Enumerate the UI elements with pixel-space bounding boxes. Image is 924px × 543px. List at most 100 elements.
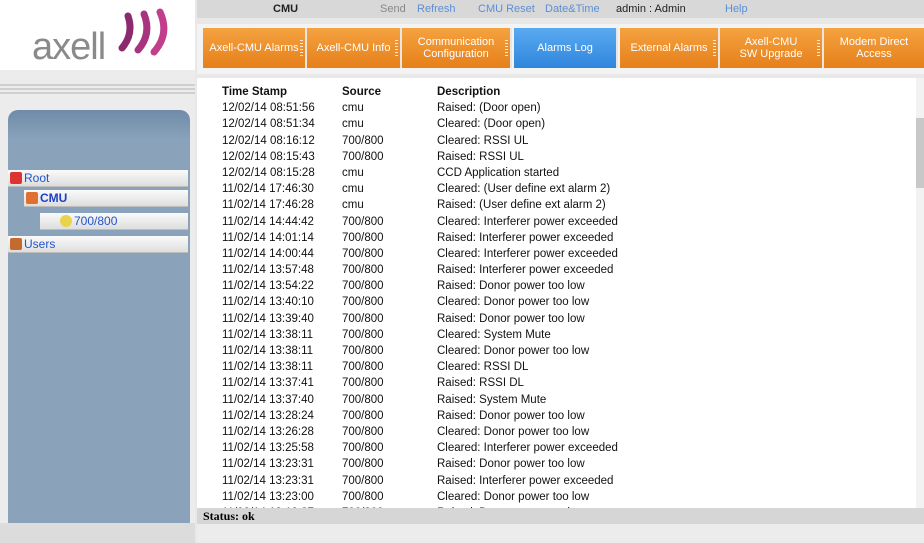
cell-time: 12/02/14 08:15:43 — [222, 150, 315, 163]
cell-source: 700/800 — [342, 361, 384, 374]
cell-description: Raised: Donor power too low — [437, 458, 585, 471]
cmu-reset-link[interactable]: CMU Reset — [478, 3, 535, 15]
tab-sw-upgrade[interactable]: Axell-CMU SW Upgrade — [720, 28, 824, 68]
cell-description: Raised: System Mute — [437, 393, 547, 406]
table-row: 11/02/14 13:37:41 700/800 Raised: RSSI DL — [222, 377, 697, 393]
refresh-link[interactable]: Refresh — [417, 3, 456, 15]
cell-description: Raised: RSSI DL — [437, 377, 524, 390]
cell-time: 11/02/14 13:38:11 — [222, 328, 314, 341]
cell-description: Raised: Interferer power exceeded — [437, 264, 614, 277]
cell-source: 700/800 — [342, 490, 384, 503]
cell-source: 700/800 — [342, 409, 384, 422]
cell-time: 11/02/14 14:00:44 — [222, 247, 314, 260]
toolbar: CMU Send Refresh CMU Reset Date&Time adm… — [197, 0, 924, 18]
cell-time: 11/02/14 13:23:00 — [222, 490, 314, 503]
cell-description: Cleared: Interferer power exceeded — [437, 247, 618, 260]
table-row: 11/02/14 13:54:22 700/800 Raised: Donor po… — [222, 280, 697, 296]
tab-modem-direct-access[interactable]: Modem Direct Access — [824, 28, 924, 68]
logo-mark-icon — [118, 8, 168, 56]
help-link[interactable]: Help — [725, 3, 748, 15]
cell-description: Raised: Donor power too low — [437, 280, 585, 293]
cell-description: Raised: Interferer power exceeded — [437, 474, 614, 487]
user-label: admin : Admin — [616, 3, 686, 15]
tab-communication-configuration[interactable]: Communication Configuration — [402, 28, 512, 68]
alarms-log-panel: Time Stamp Source Description 12/02/14 0… — [197, 78, 916, 508]
divider — [0, 88, 195, 90]
footer-strip — [197, 524, 924, 543]
alarms-log-table: Time Stamp Source Description 12/02/14 0… — [222, 86, 697, 508]
tree-item-users[interactable]: Users — [8, 236, 188, 253]
cell-description: Cleared: Interferer power exceeded — [437, 215, 618, 228]
cell-time: 11/02/14 13:28:24 — [222, 409, 314, 422]
table-row: 11/02/14 13:38:11 700/800 Cleared: Donor p… — [222, 345, 697, 361]
cmu-icon — [26, 192, 38, 204]
cell-source: 700/800 — [342, 328, 384, 341]
table-row: 11/02/14 14:01:14 700/800 Raised: Interfer… — [222, 232, 697, 248]
cell-description: Raised: Donor power too low — [437, 312, 585, 325]
datetime-link[interactable]: Date&Time — [545, 3, 600, 15]
scrollbar-thumb[interactable] — [916, 118, 924, 188]
table-row: 11/02/14 13:23:00 700/800 Cleared: Donor p… — [222, 491, 697, 507]
table-row: 12/02/14 08:51:56 cmu Raised: (Door open) — [222, 102, 697, 118]
tab-grip — [300, 40, 303, 58]
cell-source: 700/800 — [342, 312, 384, 325]
cell-description: Cleared: Donor power too low — [437, 296, 590, 309]
divider — [0, 92, 195, 94]
tree-item-label: CMU — [40, 191, 68, 205]
cell-source: 700/800 — [342, 425, 384, 438]
tree-item-root[interactable]: Root — [8, 170, 188, 187]
cell-description: Cleared: (User define ext alarm 2) — [437, 183, 611, 196]
cell-time: 11/02/14 13:37:41 — [222, 377, 314, 390]
cell-time: 12/02/14 08:15:28 — [222, 166, 315, 179]
cell-time: 11/02/14 14:44:42 — [222, 215, 314, 228]
users-icon — [10, 238, 22, 250]
tab-external-alarms[interactable]: External Alarms — [620, 28, 720, 68]
send-link[interactable]: Send — [380, 3, 406, 15]
cell-source: 700/800 — [342, 458, 384, 471]
cell-time: 11/02/14 13:38:11 — [222, 361, 314, 374]
tab-label: Modem Direct Access — [839, 36, 909, 60]
status-bar: Status: ok — [197, 508, 924, 524]
tab-alarms-log[interactable]: Alarms Log — [514, 28, 618, 68]
cell-time: 11/02/14 13:40:10 — [222, 296, 314, 309]
cell-description: Cleared: Donor power too low — [437, 345, 590, 357]
root-icon — [10, 172, 22, 184]
cell-time: 11/02/14 13:38:11 — [222, 345, 314, 357]
cell-description: Cleared: Donor power too low — [437, 425, 590, 438]
tab-grip — [817, 40, 820, 58]
table-row: 11/02/14 13:39:40 700/800 Raised: Donor po… — [222, 313, 697, 329]
tree-item-band[interactable]: 700/800 — [40, 213, 188, 230]
cell-time: 11/02/14 14:01:14 — [222, 231, 314, 244]
tab-label: Axell-CMU SW Upgrade — [739, 36, 803, 60]
cell-source: 700/800 — [342, 280, 384, 293]
table-row: 11/02/14 13:40:10 700/800 Cleared: Donor p… — [222, 296, 697, 312]
cell-description: Raised: RSSI UL — [437, 150, 524, 163]
tab-label: External Alarms — [630, 42, 708, 54]
cell-source: 700/800 — [342, 231, 384, 244]
cell-description: Cleared: System Mute — [437, 328, 551, 341]
table-row: 12/02/14 08:15:43 700/800 Raised: RSSI UL — [222, 151, 697, 167]
logo: axell — [0, 0, 195, 70]
tree-item-cmu[interactable]: CMU — [24, 190, 188, 207]
left-panel: axell Root CMU 700/800 Users — [0, 0, 195, 543]
cell-time: 12/02/14 08:16:12 — [222, 134, 315, 147]
table-row: 11/02/14 14:44:42 700/800 Cleared: Interfe… — [222, 216, 697, 232]
col-header-description: Description — [437, 86, 501, 98]
vertical-scrollbar[interactable] — [916, 78, 924, 508]
cell-time: 12/02/14 08:51:34 — [222, 118, 315, 131]
cell-time: 11/02/14 13:25:58 — [222, 442, 314, 455]
cell-description: Raised: (Door open) — [437, 102, 541, 115]
table-row: 11/02/14 13:37:40 700/800 Raised: System M… — [222, 394, 697, 410]
tab-cmu-alarms[interactable]: Axell-CMU Alarms — [203, 28, 307, 68]
table-row: 11/02/14 13:28:24 700/800 Raised: Donor po… — [222, 410, 697, 426]
table-row: 11/02/14 17:46:28 cmu Raised: (User define… — [222, 199, 697, 215]
tab-cmu-info[interactable]: Axell-CMU Info — [307, 28, 402, 68]
logo-text: axell — [32, 26, 106, 68]
tab-label: Axell-CMU Info — [316, 42, 391, 54]
tab-grip — [505, 40, 508, 58]
tab-label: Alarms Log — [537, 42, 593, 54]
cell-source: 700/800 — [342, 474, 384, 487]
table-row: 11/02/14 13:38:11 700/800 Cleared: System … — [222, 329, 697, 345]
tab-bar: Axell-CMU Alarms Axell-CMU Info Communic… — [197, 24, 924, 74]
cell-source: 700/800 — [342, 150, 384, 163]
